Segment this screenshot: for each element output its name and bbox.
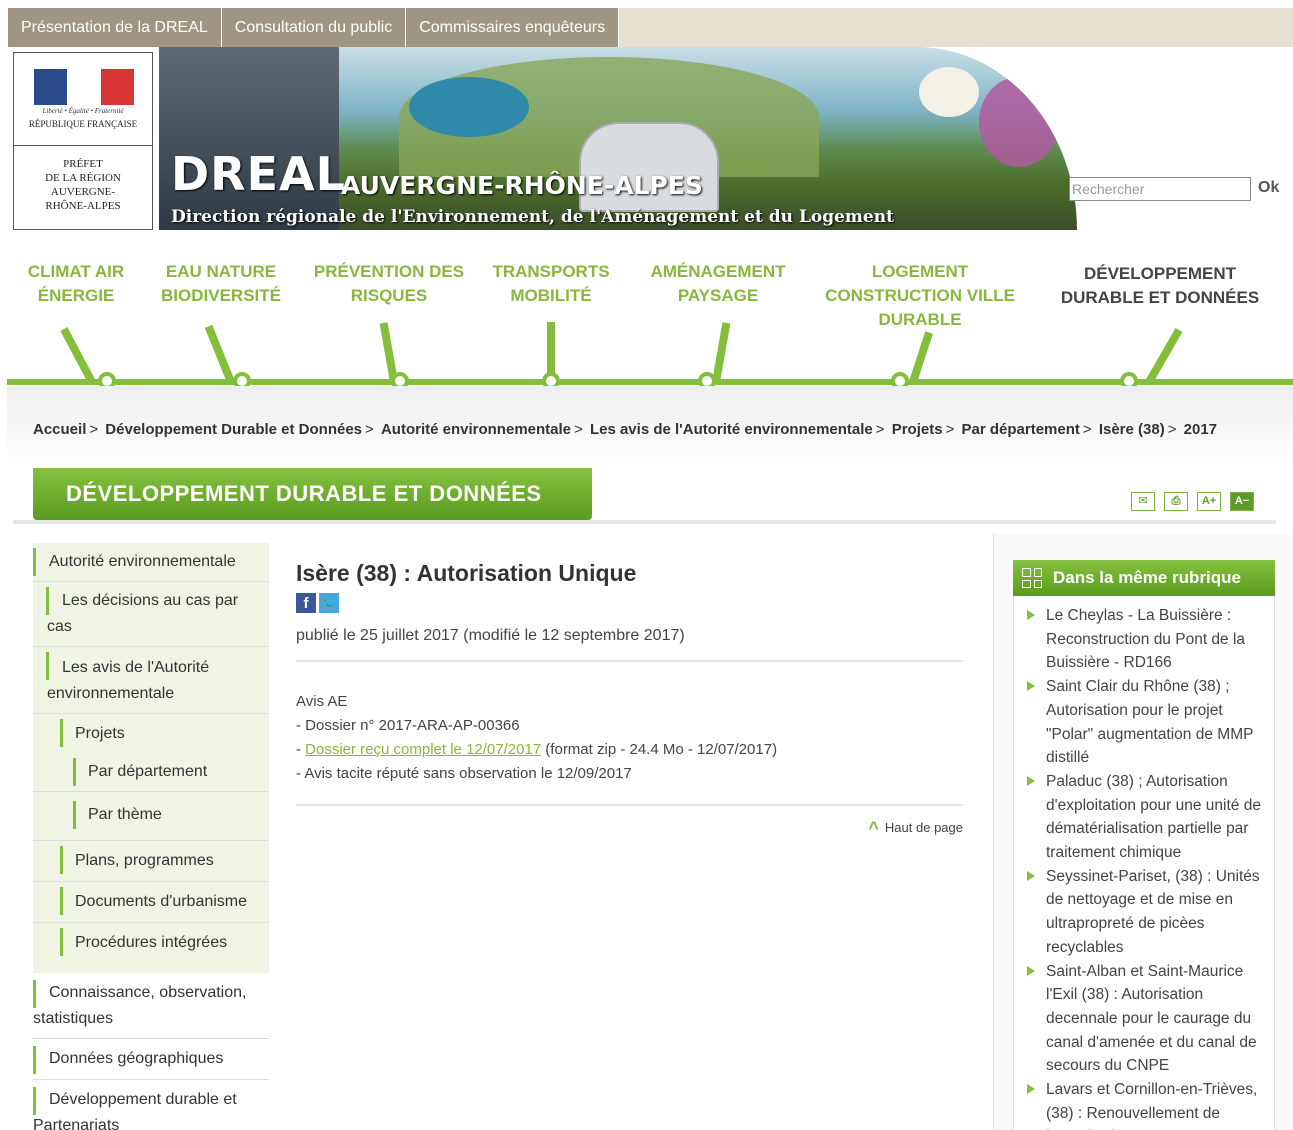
tab-commissaires[interactable]: Commissaires enquêteurs [406,8,620,47]
menu-documents-urbanisme[interactable]: Documents d'urbanisme [33,882,269,923]
page-title: Isère (38) : Autorisation Unique [296,560,637,586]
menu-autorite-environnementale[interactable]: Autorité environnementale [33,543,269,582]
breadcrumb-current: 2017 [1183,421,1218,438]
publication-date: publié le 25 juillet 2017 (modifié le 12… [296,627,685,644]
section-banner: DÉVELOPPEMENT DURABLE ET DONNÉES [33,468,592,520]
breadcrumb-accueil[interactable]: Accueil [33,421,86,438]
avis-list: Avis AE - Dossier n° 2017-ARA-AP-00366 -… [296,690,963,786]
font-increase-icon[interactable]: A+ [1197,492,1221,511]
banner-region: AUVERGNE-RHÔNE-ALPES [341,171,703,200]
bullet-arrow-icon [1027,965,1035,976]
avis-label: Avis AE [296,693,348,710]
menu-par-theme[interactable]: Par thème [33,792,269,841]
dossier-download-link[interactable]: Dossier reçu complet le 12/07/2017 [305,741,541,758]
republique-logo[interactable]: Liberté • Égalité • Fraternité RÉPUBLIQU… [13,52,153,230]
print-icon[interactable]: ⎙ [1164,492,1188,511]
rubrique-item[interactable]: Saint Clair du Rhône (38) ; Autorisation… [1014,675,1274,770]
breadcrumb-projets[interactable]: Projets [892,421,943,438]
section-title: DÉVELOPPEMENT DURABLE ET DONNÉES [66,481,542,506]
banner-subtitle: Direction régionale de l'Environnement, … [171,207,894,227]
theme-prevention[interactable]: PRÉVENTION DES RISQUES [309,260,469,308]
theme-logement[interactable]: LOGEMENT CONSTRUCTION VILLE DURABLE [815,260,1025,332]
rubrique-list: Le Cheylas - La Buissière : Reconstructi… [1013,596,1275,1130]
avis-tacite: - Avis tacite réputé sans observation le… [296,765,632,782]
bullet-arrow-icon [1027,775,1035,786]
search-input[interactable] [1069,177,1251,201]
chevron-up-icon: ^ [868,818,879,838]
grid-icon [1022,568,1042,588]
breadcrumb-par-departement[interactable]: Par département [962,421,1080,438]
menu-decisions-cas-par-cas[interactable]: Les décisions au cas par cas [33,582,269,647]
banner-title: DREAL [171,147,346,201]
page-tools: ✉ ⎙ A+ A− [1131,492,1254,512]
menu-connaissance[interactable]: Connaissance, observation, statistiques [33,973,269,1039]
bullet-arrow-icon [1027,870,1035,881]
bullet-arrow-icon [1027,610,1035,620]
share-buttons: f 🐦 [296,593,963,613]
theme-developpement[interactable]: DÉVELOPPEMENT DURABLE ET DONNÉES [1048,262,1272,310]
theme-nav: CLIMAT AIR ÉNERGIE EAU NATURE BIODIVERSITÉ… [7,250,1293,400]
theme-climat[interactable]: CLIMAT AIR ÉNERGIE [11,260,141,308]
breadcrumb-developpement[interactable]: Développement Durable et Données [105,421,362,438]
marianne-flag-icon [34,69,134,105]
menu-procedures-integrees[interactable]: Procédures intégrées [33,923,269,963]
rubrique-item[interactable]: Seyssinet-Pariset, (38) : Unités de nett… [1014,865,1274,960]
bullet-arrow-icon [1027,681,1035,692]
breadcrumb: Accueil > Développement Durable et Donnée… [33,421,1218,438]
logo-prefet: PRÉFET DE LA RÉGION AUVERGNE- RHÔNE-ALPE… [45,158,121,212]
theme-amenagement[interactable]: AMÉNAGEMENT PAYSAGE [643,260,793,308]
theme-eau[interactable]: EAU NATURE BIODIVERSITÉ [156,260,286,308]
rubrique-header: Dans la même rubrique [1013,560,1275,596]
tab-consultation[interactable]: Consultation du public [221,8,407,47]
article: Isère (38) : Autorisation Unique f 🐦 pub… [296,560,963,838]
bullet-arrow-icon [1027,1084,1035,1095]
breadcrumb-isere[interactable]: Isère (38) [1099,421,1165,438]
dossier-number: - Dossier n° 2017-ARA-AP-00366 [296,717,520,734]
font-decrease-icon[interactable]: A− [1230,492,1254,511]
email-icon[interactable]: ✉ [1131,492,1155,511]
menu-partenariats[interactable]: Développement durable et Partenariats [33,1080,269,1130]
logo-motto: Liberté • Égalité • Fraternité [42,107,124,115]
rubrique-item[interactable]: Saint-Alban et Saint-Maurice l'Exil (38)… [1014,960,1274,1079]
header-banner[interactable]: DREAL AUVERGNE-RHÔNE-ALPES Direction rég… [159,47,1077,230]
breadcrumb-autorite[interactable]: Autorité environnementale [381,421,571,438]
rubrique-item[interactable]: Paladuc (38) ; Autorisation d'exploitati… [1014,770,1274,865]
facebook-icon[interactable]: f [296,593,316,613]
menu-projets[interactable]: Projets [33,714,269,753]
dossier-link-item: - Dossier reçu complet le 12/07/2017 (fo… [296,741,778,758]
menu-par-departement[interactable]: Par département [33,753,269,792]
left-menu: Autorité environnementale Les décisions … [33,543,269,1130]
back-to-top-link[interactable]: ^ Haut de page [868,818,963,839]
menu-avis-autorite[interactable]: Les avis de l'Autorité environnementale [33,647,269,714]
top-tab-bar: Présentation de la DREAL Consultation du… [8,8,1293,47]
logo-republique: RÉPUBLIQUE FRANÇAISE [28,119,138,129]
twitter-icon[interactable]: 🐦 [319,593,339,613]
search-ok-button[interactable]: Ok [1258,179,1279,197]
rubrique-item[interactable]: Le Cheylas - La Buissière : Reconstructi… [1014,604,1274,675]
theme-transports[interactable]: TRANSPORTS MOBILITÉ [486,260,616,308]
rubrique-item[interactable]: Lavars et Cornillon-en-Trièves, (38) : R… [1014,1078,1274,1130]
menu-plans-programmes[interactable]: Plans, programmes [33,841,269,882]
tab-presentation[interactable]: Présentation de la DREAL [8,8,222,47]
menu-donnees-geographiques[interactable]: Données géographiques [33,1039,269,1080]
breadcrumb-avis[interactable]: Les avis de l'Autorité environnementale [590,421,873,438]
